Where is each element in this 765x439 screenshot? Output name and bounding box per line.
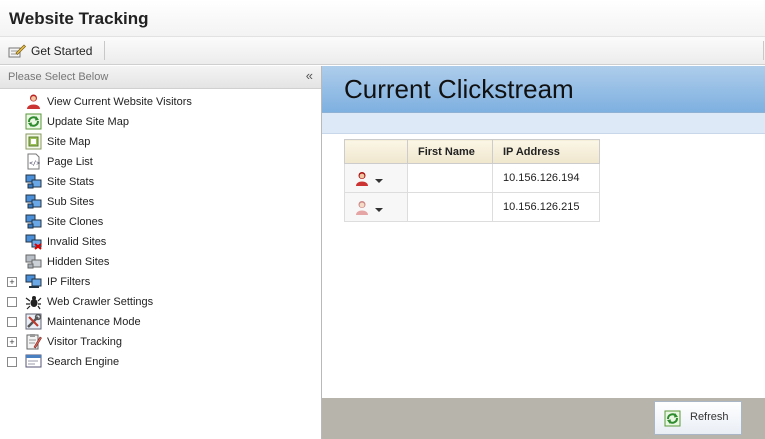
nav-item-label: Site Clones <box>47 216 104 228</box>
network-icon <box>25 194 42 209</box>
column-header-icon <box>344 139 408 164</box>
page-subheader-bar <box>322 113 765 134</box>
nav-item-update-site-map[interactable]: Update Site Map <box>0 112 320 132</box>
row-icon-cell <box>344 192 408 222</box>
row-menu-dropdown-icon[interactable] <box>375 208 383 212</box>
ip-address-cell: 10.156.126.215 <box>492 192 600 222</box>
nav-item-label: Site Map <box>47 136 91 148</box>
clickstream-content: First Name IP Address 10.156.126.194 10.… <box>322 134 765 398</box>
clipboard-pen-icon <box>26 334 42 350</box>
nav-item-label: Web Crawler Settings <box>47 296 154 308</box>
svg-text:</>: </> <box>29 160 40 167</box>
nav-item-view-current-website-visitors[interactable]: View Current Website Visitors <box>0 92 320 112</box>
nav-item-label: Visitor Tracking <box>47 336 122 348</box>
nav-item-invalid-sites[interactable]: Invalid Sites <box>0 232 320 252</box>
refresh-icon <box>664 410 681 427</box>
visitor-active-icon <box>356 171 368 186</box>
network-hidden-icon <box>25 254 42 269</box>
nav-item-label: Invalid Sites <box>47 236 107 248</box>
get-started-button[interactable]: Get Started <box>8 41 92 60</box>
nav-item-visitor-tracking[interactable]: + Visitor Tracking <box>0 332 320 352</box>
page-header: Current Clickstream <box>322 66 765 113</box>
nav-item-label: View Current Website Visitors <box>47 96 192 108</box>
visitor-idle-icon <box>356 200 368 215</box>
app-title-bar: Website Tracking <box>0 0 765 37</box>
page-title: Current Clickstream <box>344 74 574 104</box>
nav-item-maintenance-mode[interactable]: Maintenance Mode <box>0 312 320 332</box>
action-footer: Refresh <box>322 398 765 439</box>
get-started-label: Get Started <box>31 43 93 58</box>
refresh-label: Refresh <box>690 411 729 423</box>
refresh-icon <box>25 113 42 130</box>
nav-item-label: Hidden Sites <box>47 256 110 268</box>
navigation-panel: Please Select Below « View Current Websi… <box>0 66 322 439</box>
navigation-header-text: Please Select Below <box>8 71 109 83</box>
nav-item-label: Update Site Map <box>47 116 129 128</box>
table-row[interactable]: 10.156.126.215 <box>344 192 600 222</box>
nav-item-label: Page List <box>47 156 93 168</box>
first-name-cell <box>407 192 493 222</box>
expand-toggle[interactable]: + <box>7 277 17 287</box>
first-name-cell <box>407 163 493 193</box>
app-title: Website Tracking <box>9 9 149 28</box>
nav-item-site-stats[interactable]: Site Stats <box>0 172 320 192</box>
spider-icon <box>25 296 42 310</box>
nav-item-site-clones[interactable]: Site Clones <box>0 212 320 232</box>
expand-toggle[interactable]: + <box>7 337 17 347</box>
nav-item-page-list[interactable]: </> Page List <box>0 152 320 172</box>
tools-icon <box>25 313 42 330</box>
nav-item-label: Maintenance Mode <box>47 316 141 328</box>
network-icon <box>25 214 42 229</box>
toolbar-separator-end <box>763 41 764 60</box>
toolbar: Get Started <box>0 37 765 65</box>
row-icon-cell <box>344 163 408 193</box>
column-header-first-name[interactable]: First Name <box>407 139 493 164</box>
expand-toggle[interactable] <box>7 317 17 327</box>
nav-item-label: IP Filters <box>47 276 91 288</box>
main-panel: Current Clickstream First Name IP Addres… <box>322 66 765 439</box>
column-header-ip-address[interactable]: IP Address <box>492 139 600 164</box>
table-header-row: First Name IP Address <box>344 139 600 164</box>
page-code-icon: </> <box>27 153 40 170</box>
nav-item-hidden-sites[interactable]: Hidden Sites <box>0 252 320 272</box>
nav-item-label: Site Stats <box>47 176 95 188</box>
navigation-header: Please Select Below « <box>0 66 321 89</box>
search-window-icon <box>25 354 42 368</box>
expand-toggle[interactable] <box>7 297 17 307</box>
clickstream-table: First Name IP Address 10.156.126.194 10.… <box>344 139 600 222</box>
sitemap-icon <box>25 133 42 150</box>
filter-icon <box>25 274 42 288</box>
network-icon <box>25 174 42 189</box>
nav-item-sub-sites[interactable]: Sub Sites <box>0 192 320 212</box>
nav-item-label: Sub Sites <box>47 196 95 208</box>
nav-item-web-crawler-settings[interactable]: Web Crawler Settings <box>0 292 320 312</box>
nav-item-label: Search Engine <box>47 356 120 368</box>
table-row[interactable]: 10.156.126.194 <box>344 163 600 193</box>
pencil-paper-icon <box>8 44 26 57</box>
visitor-icon <box>27 94 40 109</box>
nav-item-site-map[interactable]: Site Map <box>0 132 320 152</box>
refresh-button[interactable]: Refresh <box>654 401 742 435</box>
nav-item-search-engine[interactable]: Search Engine <box>0 352 320 372</box>
expand-toggle[interactable] <box>7 357 17 367</box>
ip-address-cell: 10.156.126.194 <box>492 163 600 193</box>
collapse-panel-icon[interactable]: « <box>306 68 313 83</box>
row-menu-dropdown-icon[interactable] <box>375 179 383 183</box>
network-error-icon <box>25 234 42 250</box>
toolbar-separator <box>104 41 105 60</box>
nav-item-ip-filters[interactable]: + IP Filters <box>0 272 320 292</box>
